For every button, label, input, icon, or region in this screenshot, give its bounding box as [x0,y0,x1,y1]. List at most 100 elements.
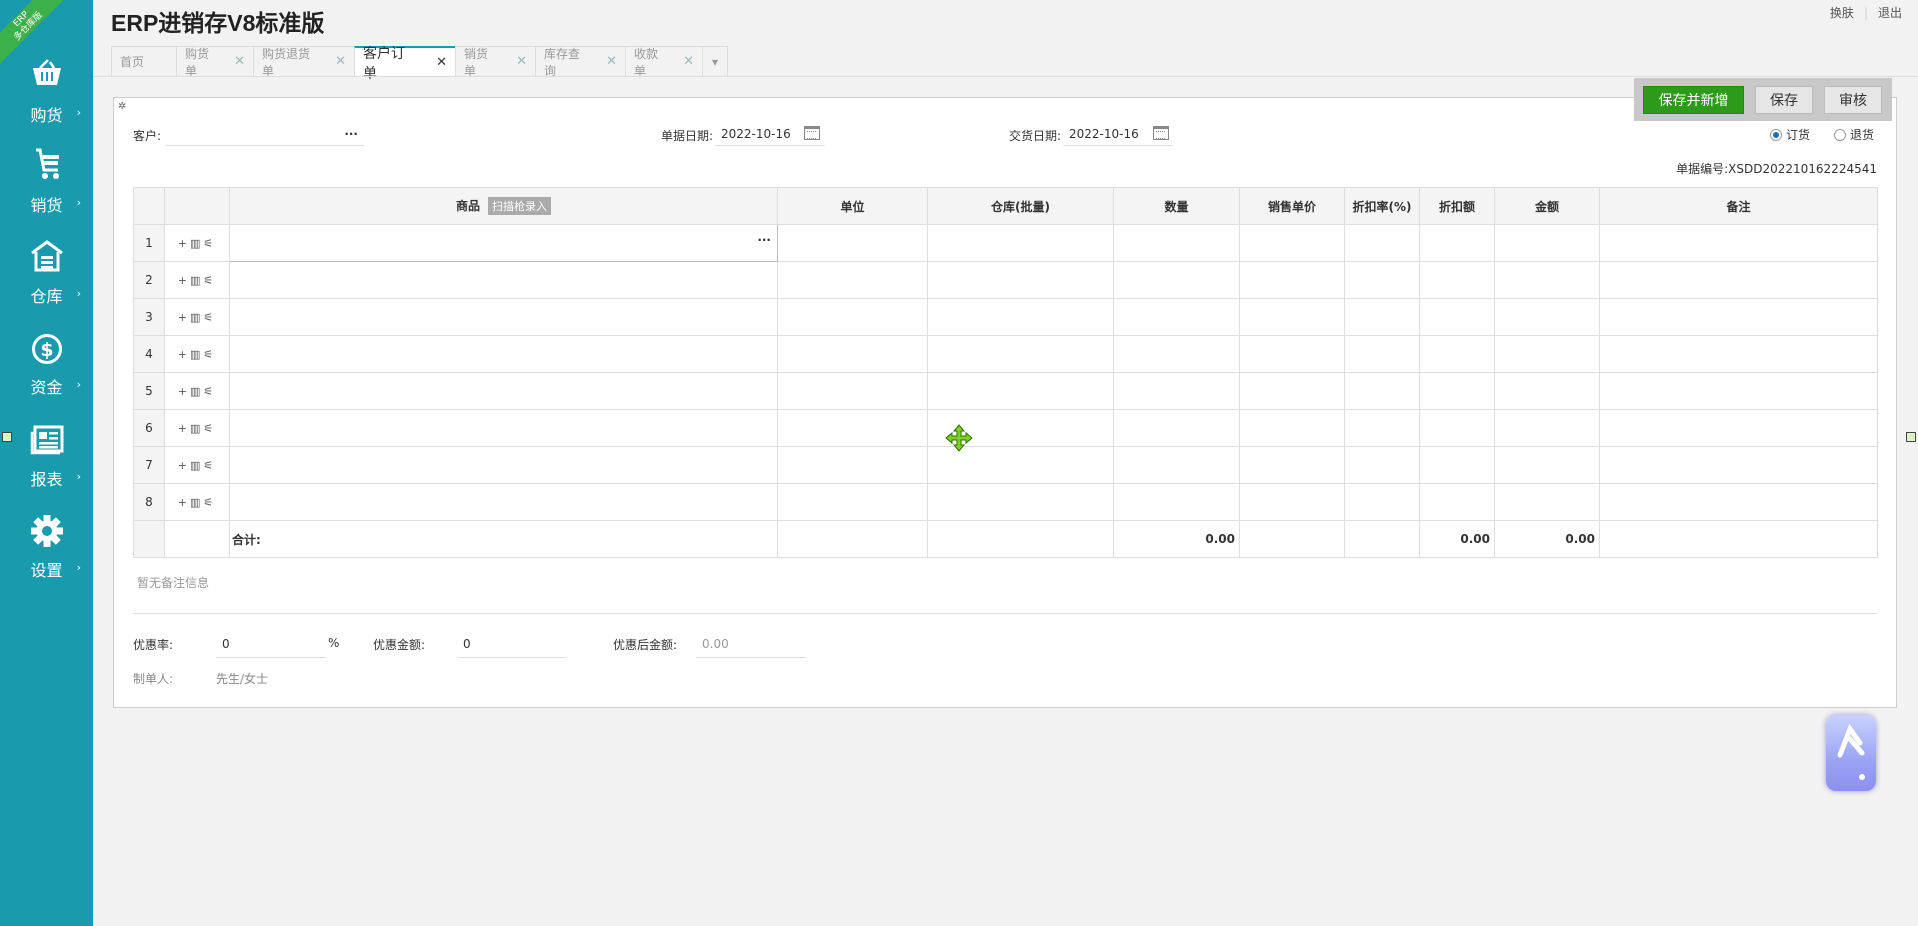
discount-rate-cell[interactable] [1344,335,1420,373]
radio-order[interactable]: 订货 [1770,126,1810,143]
delete-row-icon[interactable]: ▥ [190,311,203,324]
row-actions[interactable]: +▥⚟ [164,446,230,484]
discount-amount-cell[interactable] [1419,372,1495,410]
close-icon[interactable]: ✕ [606,54,617,69]
warehouse-cell[interactable] [927,483,1114,521]
quantity-cell[interactable] [1113,335,1240,373]
row-actions[interactable]: +▥⚟ [164,409,230,447]
tab-purchase[interactable]: 购货单 ✕ [176,46,254,78]
delete-row-icon[interactable]: ▥ [190,422,203,435]
close-icon[interactable]: ✕ [335,54,346,69]
unit-price-cell[interactable] [1239,372,1345,410]
remark-cell[interactable] [1599,446,1878,484]
cart-row-icon[interactable]: ⚟ [203,496,216,509]
amount-cell[interactable] [1494,409,1600,447]
delete-row-icon[interactable]: ▥ [190,237,203,250]
discount-amount-cell[interactable] [1419,261,1495,299]
unit-price-cell[interactable] [1239,483,1345,521]
cart-row-icon[interactable]: ⚟ [203,237,216,250]
discount-rate-cell[interactable] [1344,483,1420,521]
discount-rate-cell[interactable] [1344,261,1420,299]
remark-cell[interactable] [1599,483,1878,521]
discount-rate-cell[interactable] [1344,372,1420,410]
customer-input[interactable]: ··· [166,122,364,146]
discount-amount-input[interactable]: 0 [457,630,567,658]
nav-reports[interactable]: 报表 › [0,425,93,505]
discount-amount-cell[interactable] [1419,483,1495,521]
change-skin-link[interactable]: 换肤 [1830,6,1854,20]
nav-sales[interactable]: 销货 › [0,148,93,228]
cart-row-icon[interactable]: ⚟ [203,385,216,398]
remark-cell[interactable] [1599,409,1878,447]
discount-amount-cell[interactable] [1419,298,1495,336]
row-actions[interactable]: +▥⚟ [164,372,230,410]
nav-settings[interactable]: 设置 › [0,514,93,594]
delete-row-icon[interactable]: ▥ [190,385,203,398]
add-row-icon[interactable]: + [178,311,190,324]
discount-rate-input[interactable]: 0 [216,630,326,658]
amount-cell[interactable] [1494,446,1600,484]
assistant-robot-icon[interactable] [1826,715,1876,791]
tab-customer-order[interactable]: 客户订单 ✕ [354,46,456,82]
save-and-new-button[interactable]: 保存并新增 [1643,86,1744,114]
unit-cell[interactable] [777,261,928,299]
customer-picker-button[interactable]: ··· [344,122,358,146]
row-actions[interactable]: +▥⚟ [164,298,230,336]
unit-cell[interactable] [777,483,928,521]
delete-row-icon[interactable]: ▥ [190,274,203,287]
product-picker-button[interactable]: ··· [757,233,771,247]
remark-textarea[interactable]: 暂无备注信息 [133,570,1877,614]
cart-row-icon[interactable]: ⚟ [203,459,216,472]
unit-price-cell[interactable] [1239,335,1345,373]
tab-sales[interactable]: 销货单 ✕ [455,46,536,78]
amount-cell[interactable] [1494,483,1600,521]
row-actions[interactable]: +▥⚟ [164,335,230,373]
calendar-icon[interactable] [1153,126,1169,140]
quantity-cell[interactable] [1113,372,1240,410]
add-row-icon[interactable]: + [178,348,190,361]
add-row-icon[interactable]: + [178,274,190,287]
save-button[interactable]: 保存 [1755,86,1813,114]
product-cell[interactable] [229,261,778,299]
amount-cell[interactable] [1494,298,1600,336]
product-cell[interactable] [229,372,778,410]
remark-cell[interactable] [1599,372,1878,410]
unit-price-cell[interactable] [1239,446,1345,484]
delete-row-icon[interactable]: ▥ [190,459,203,472]
warehouse-cell[interactable] [927,372,1114,410]
warehouse-cell[interactable] [927,298,1114,336]
quantity-cell[interactable] [1113,409,1240,447]
warehouse-cell[interactable] [927,446,1114,484]
close-icon[interactable]: ✕ [516,54,527,69]
add-row-icon[interactable]: + [178,496,190,509]
discount-amount-cell[interactable] [1419,335,1495,373]
amount-cell[interactable] [1494,224,1600,262]
amount-cell[interactable] [1494,261,1600,299]
scan-input-button[interactable]: 扫描枪录入 [488,197,551,215]
discount-rate-cell[interactable] [1344,446,1420,484]
unit-cell[interactable] [777,446,928,484]
quantity-cell[interactable] [1113,483,1240,521]
unit-cell[interactable] [777,224,928,262]
remark-cell[interactable] [1599,261,1878,299]
remark-cell[interactable] [1599,224,1878,262]
discount-amount-cell[interactable] [1419,409,1495,447]
product-cell[interactable] [229,298,778,336]
discount-amount-cell[interactable] [1419,224,1495,262]
column-settings-icon[interactable]: ✲ [118,101,126,112]
close-icon[interactable]: ✕ [234,54,245,69]
calendar-icon[interactable] [804,126,820,140]
radio-return[interactable]: 退货 [1834,126,1874,143]
quantity-cell[interactable] [1113,261,1240,299]
product-cell[interactable] [229,483,778,521]
unit-cell[interactable] [777,372,928,410]
tab-receipt[interactable]: 收款单 ✕ [625,46,703,78]
discount-rate-cell[interactable] [1344,298,1420,336]
tab-stock-query[interactable]: 库存查询 ✕ [535,46,626,78]
resize-handle-right[interactable] [1906,432,1916,442]
add-row-icon[interactable]: + [178,422,190,435]
delete-row-icon[interactable]: ▥ [190,496,203,509]
add-row-icon[interactable]: + [178,237,190,250]
product-cell[interactable] [229,335,778,373]
row-actions[interactable]: +▥⚟ [164,261,230,299]
